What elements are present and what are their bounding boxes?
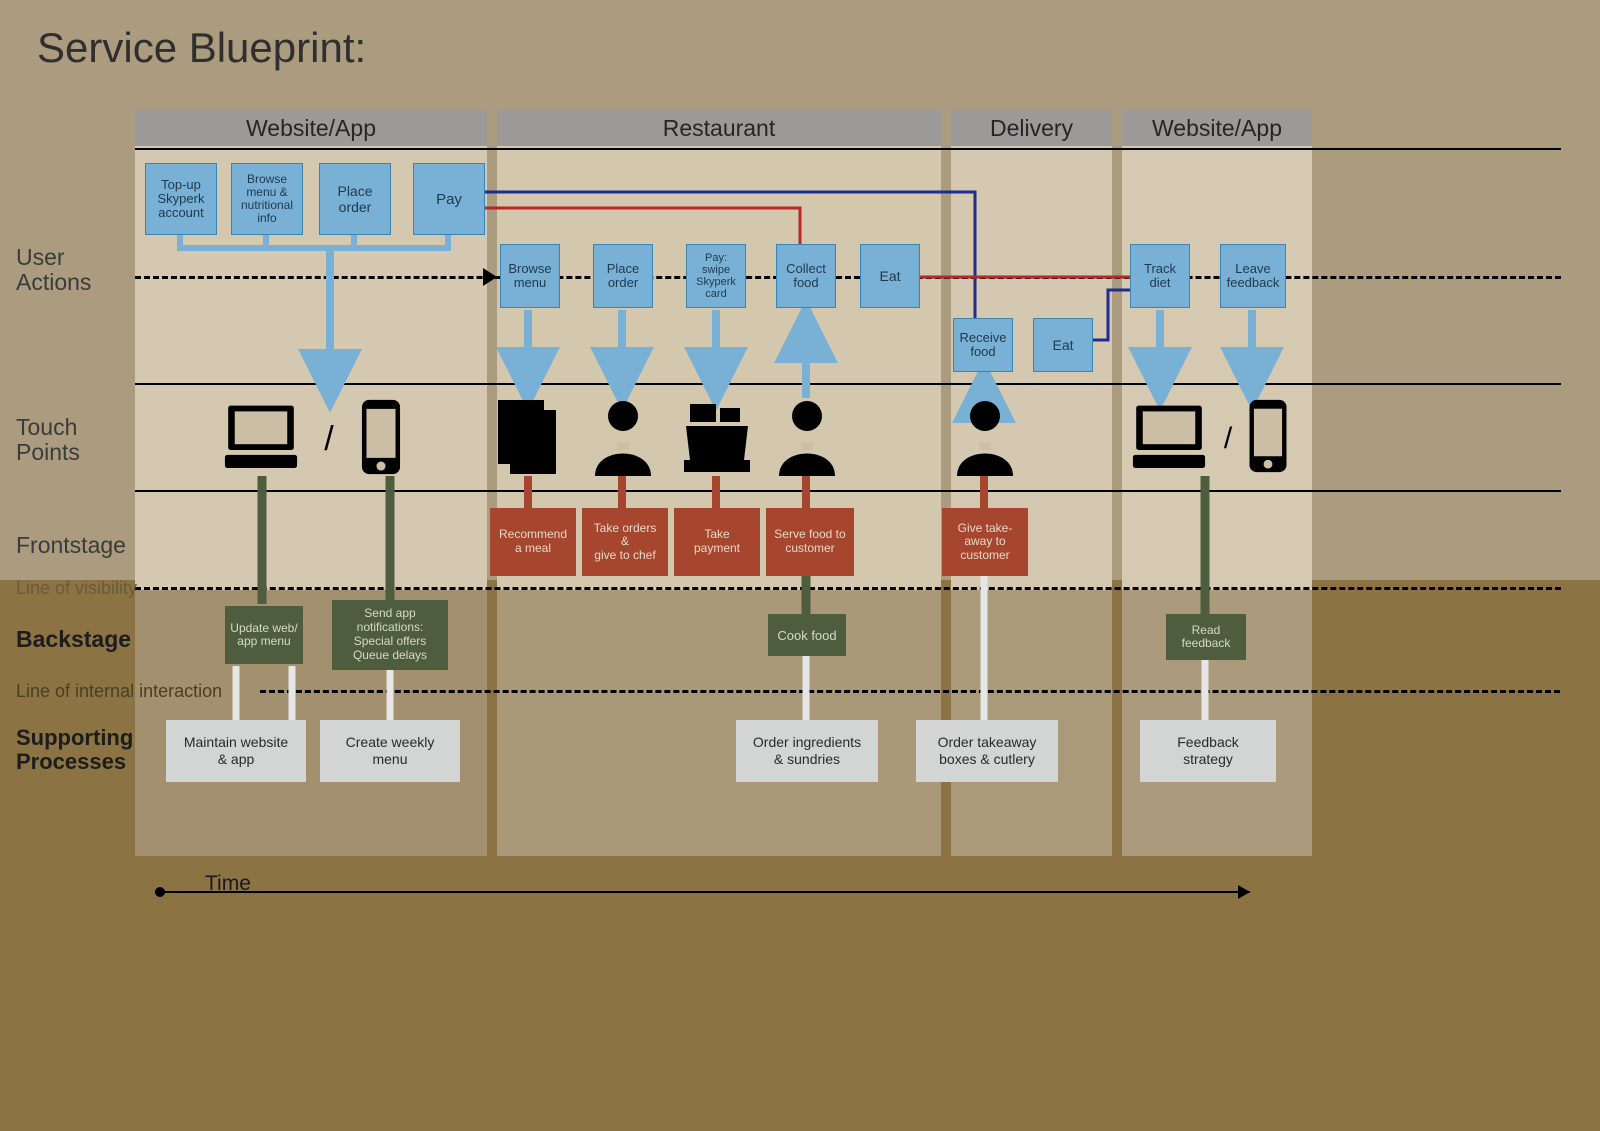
phone-icon xyxy=(358,398,404,476)
computer-icon xyxy=(220,398,302,474)
ua-leave-feedback: Leave feedback xyxy=(1220,244,1286,308)
ua-pay-top: Pay xyxy=(413,163,485,235)
fs-take-orders: Take orders & give to chef xyxy=(582,508,668,576)
ua-receive-food-label: Receive food xyxy=(960,331,1007,360)
staff-icon-3 xyxy=(952,398,1018,476)
ua-place-order-top-label: Place order xyxy=(337,183,372,215)
ua-leave-feedback-label: Leave feedback xyxy=(1227,262,1280,291)
ua-browse-info: Browse menu & nutritional info xyxy=(231,163,303,235)
sp-order-ingredients-label: Order ingredients & sundries xyxy=(753,734,861,768)
bs-update-menu: Update web/ app menu xyxy=(225,606,303,664)
slash-2-text: / xyxy=(1224,422,1232,456)
timeline-label: Time xyxy=(205,872,325,896)
fs-give-takeaway: Give take- away to customer xyxy=(942,508,1028,576)
ua-browse-info-label: Browse menu & nutritional info xyxy=(241,173,293,226)
ua-eat1-label: Eat xyxy=(879,268,900,284)
ua-pay-top-label: Pay xyxy=(436,191,462,208)
sp-order-takeaway-label: Order takeaway boxes & cutlery xyxy=(938,734,1037,768)
sp-feedback-strategy-label: Feedback strategy xyxy=(1177,734,1238,768)
fs-take-payment-label: Take payment xyxy=(694,528,740,556)
ua-place-order-mid-label: Place order xyxy=(607,262,640,291)
sp-create-menu-label: Create weekly menu xyxy=(346,734,435,768)
timeline-label-text: Time xyxy=(205,872,251,896)
ua-track-diet: Track diet xyxy=(1130,244,1190,308)
ua-pay-swipe: Pay: swipe Skyperk card xyxy=(686,244,746,308)
fs-recommend-label: Recommend a meal xyxy=(499,528,567,556)
bs-send-notif-label: Send app notifications: Special offers Q… xyxy=(353,607,427,662)
sp-maintain-label: Maintain website & app xyxy=(184,734,288,768)
ua-place-order-mid: Place order xyxy=(593,244,653,308)
register-icon xyxy=(682,398,752,476)
ua-pay-swipe-label: Pay: swipe Skyperk card xyxy=(696,252,736,300)
ua-track-diet-label: Track diet xyxy=(1144,262,1176,291)
ua-eat2: Eat xyxy=(1033,318,1093,372)
staff-icon-2 xyxy=(774,398,840,476)
sp-maintain: Maintain website & app xyxy=(166,720,306,782)
diagram-canvas: Service Blueprint: Website/App Restauran… xyxy=(0,0,1600,1131)
bs-read-feedback: Read feedback xyxy=(1166,614,1246,660)
slash-1-text: / xyxy=(324,420,333,459)
staff-icon-1 xyxy=(590,398,656,476)
bs-update-menu-label: Update web/ app menu xyxy=(230,622,297,648)
sp-create-menu: Create weekly menu xyxy=(320,720,460,782)
bs-cook-food: Cook food xyxy=(768,614,846,656)
fs-recommend: Recommend a meal xyxy=(490,508,576,576)
ua-eat2-label: Eat xyxy=(1052,337,1073,353)
sp-order-takeaway: Order takeaway boxes & cutlery xyxy=(916,720,1058,782)
fs-give-takeaway-label: Give take- away to customer xyxy=(958,522,1013,562)
ua-collect-food-label: Collect food xyxy=(786,262,826,291)
sp-feedback-strategy: Feedback strategy xyxy=(1140,720,1276,782)
slash-1: / xyxy=(314,414,344,464)
slash-2: / xyxy=(1216,414,1240,464)
ua-collect-food: Collect food xyxy=(776,244,836,308)
phone-icon-2 xyxy=(1246,398,1290,474)
sp-order-ingredients: Order ingredients & sundries xyxy=(736,720,878,782)
bs-send-notif: Send app notifications: Special offers Q… xyxy=(332,600,448,670)
bs-cook-food-label: Cook food xyxy=(777,628,836,643)
fs-serve-food-label: Serve food to customer xyxy=(774,528,845,556)
fs-serve-food: Serve food to customer xyxy=(766,508,854,576)
bs-read-feedback-label: Read feedback xyxy=(1182,624,1231,650)
computer-icon-2 xyxy=(1128,398,1210,474)
fs-take-orders-label: Take orders & give to chef xyxy=(594,522,657,562)
ua-browse-menu-label: Browse menu xyxy=(508,262,551,291)
ua-browse-menu: Browse menu xyxy=(500,244,560,308)
menu-icon xyxy=(498,400,558,474)
ua-topup-label: Top-up Skyperk account xyxy=(158,178,205,221)
ua-topup: Top-up Skyperk account xyxy=(145,163,217,235)
ua-receive-food: Receive food xyxy=(953,318,1013,372)
fs-take-payment: Take payment xyxy=(674,508,760,576)
ua-place-order-top: Place order xyxy=(319,163,391,235)
ua-eat1: Eat xyxy=(860,244,920,308)
